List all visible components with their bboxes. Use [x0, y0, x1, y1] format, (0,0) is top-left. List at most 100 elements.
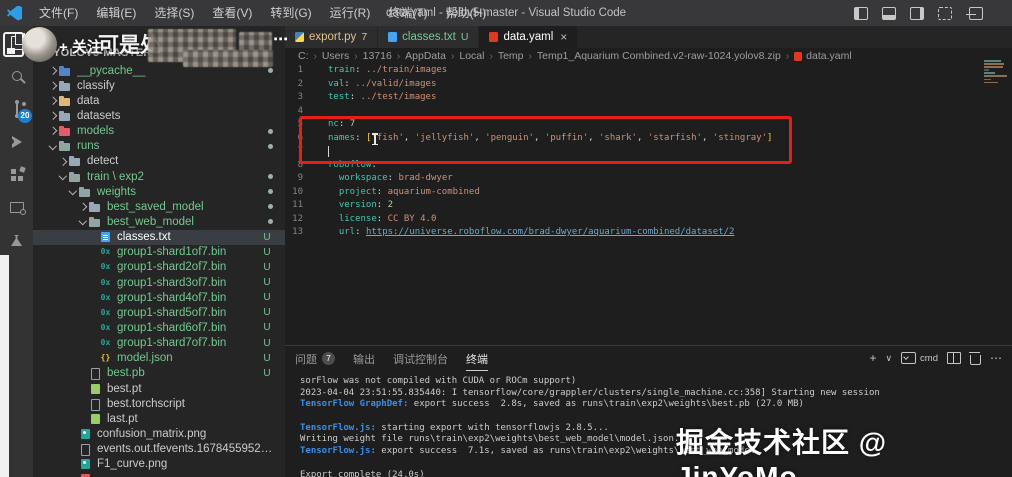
breadcrumb-item[interactable]: Temp: [498, 50, 524, 62]
breadcrumb-item[interactable]: Users: [322, 50, 349, 62]
activity-search-icon[interactable]: [0, 59, 33, 92]
customize-layout-icon[interactable]: [938, 6, 952, 20]
file-pt-icon: [89, 413, 102, 425]
launch-profile-dropdown-icon[interactable]: ∨: [885, 353, 892, 364]
menu-g[interactable]: 转到(G): [261, 0, 320, 26]
tree-item-models[interactable]: models: [33, 124, 285, 139]
minimap[interactable]: [984, 60, 1008, 85]
follow-button[interactable]: + 关注: [59, 36, 102, 57]
code-line-11: 11 version: 2: [292, 200, 394, 210]
menu-t[interactable]: 终端(T): [379, 0, 436, 26]
menu-h[interactable]: 帮助(H): [437, 0, 496, 26]
tree-item-label: confusion_matrix.png: [97, 427, 207, 440]
file-img-icon: [79, 458, 92, 470]
tree-item-confusion-matrix-png[interactable]: confusion_matrix.png: [33, 426, 285, 441]
panel-tab-[interactable]: 输出: [353, 346, 375, 371]
new-terminal-icon[interactable]: +: [869, 351, 876, 365]
terminal-line: 2023-04-04 23:51:55.835440: I tensorflow…: [300, 387, 880, 398]
toggle-secondary-sidebar-icon[interactable]: [910, 6, 924, 20]
folder-open-icon: [89, 216, 102, 228]
breadcrumb-separator: ›: [451, 50, 455, 62]
tree-item-f1-curve-png[interactable]: F1_curve.png: [33, 457, 285, 472]
tab-classes-txt[interactable]: classes.txt U: [378, 26, 480, 48]
tree-item-group1-shard7of7-bin[interactable]: 0x group1-shard7of7.bin U: [33, 336, 285, 351]
panel-tab-[interactable]: 终端: [466, 346, 488, 371]
activity-explorer-icon[interactable]: [0, 26, 33, 59]
panel-tab-[interactable]: 调试控制台: [393, 346, 448, 371]
tree-item-label: models: [77, 125, 115, 138]
menu-e[interactable]: 编辑(E): [87, 0, 145, 26]
folder-python-icon: [59, 65, 72, 77]
terminal-line: sorFlow was not compiled with CUDA or RO…: [300, 376, 577, 386]
tree-item-best-web-model[interactable]: best_web_model: [33, 214, 285, 229]
tree-item-best-saved-model[interactable]: best_saved_model: [33, 199, 285, 214]
panel-tab-[interactable]: 问题 7: [295, 346, 335, 371]
tree-item-best-torchscript[interactable]: best.torchscript: [33, 396, 285, 411]
tree-item-best-pb[interactable]: best.pb U: [33, 366, 285, 381]
chevron-right-icon: [47, 112, 59, 120]
breadcrumb-separator: ›: [354, 50, 358, 62]
folder-icon: [69, 155, 82, 167]
menu-r[interactable]: 运行(R): [321, 0, 380, 26]
toggle-panel-icon[interactable]: [882, 6, 896, 20]
tree-item-label: weights: [97, 185, 136, 198]
tree-item-classify[interactable]: classify: [33, 78, 285, 93]
tree-item-label: classes.txt: [117, 231, 171, 244]
tree-item-pycache[interactable]: __pycache__: [33, 63, 285, 78]
breadcrumb-item[interactable]: 13716: [363, 50, 392, 62]
tree-item-datasets[interactable]: datasets: [33, 108, 285, 123]
activity-remote-explorer-icon[interactable]: [0, 191, 33, 224]
tree-item-events-out-tfevents-1678455952-desktop-me6[interactable]: events.out.tfevents.1678455952.DESKTOP-M…: [33, 442, 285, 457]
tree-item-item[interactable]: [33, 472, 285, 477]
tab-export-py[interactable]: export.py 7: [285, 26, 379, 48]
tab-git-badge: U: [460, 31, 469, 43]
split-terminal-icon[interactable]: [947, 352, 961, 364]
editor-tab-bar: export.py 7 classes.txt Udata.yaml ×: [285, 26, 1012, 48]
code-area[interactable]: 1 train: ../train/images 2 val: ../valid/im…: [285, 64, 982, 240]
terminal-shell-icon[interactable]: [901, 352, 917, 364]
tree-item-group1-shard4of7-bin[interactable]: 0x group1-shard4of7.bin U: [33, 290, 285, 305]
tree-item-detect[interactable]: detect: [33, 154, 285, 169]
menu-s[interactable]: 选择(S): [145, 0, 203, 26]
breadcrumb-item[interactable]: Temp1_Aquarium Combined.v2-raw-1024.yolo…: [537, 50, 781, 62]
menu-v[interactable]: 查看(V): [203, 0, 261, 26]
mouse-ibeam-cursor: [372, 133, 377, 145]
breadcrumb-item[interactable]: data.yaml: [806, 50, 852, 62]
tree-item-runs[interactable]: runs: [33, 139, 285, 154]
toggle-primary-sidebar-icon[interactable]: [854, 6, 868, 20]
tree-item-train-exp2[interactable]: train \ exp2: [33, 169, 285, 184]
activity-run-and-debug-icon[interactable]: [0, 125, 33, 158]
tree-item-group1-shard6of7-bin[interactable]: 0x group1-shard6of7.bin U: [33, 320, 285, 335]
close-icon[interactable]: ×: [560, 30, 567, 44]
editor-group[interactable]: export.py 7 classes.txt Udata.yaml × C: › User…: [285, 26, 1012, 345]
tree-item-group1-shard2of7-bin[interactable]: 0x group1-shard2of7.bin U: [33, 260, 285, 275]
activity-testing-icon[interactable]: [0, 224, 33, 257]
breadcrumb-separator: ›: [528, 50, 532, 62]
file-bin-icon: 0x: [100, 307, 111, 317]
tree-item-model-json[interactable]: {} model.json U: [33, 351, 285, 366]
breadcrumb-item[interactable]: C:: [298, 50, 309, 62]
explorer-sidebar: YOLOV5-MASTER __pycache__ classify data dat…: [33, 26, 285, 477]
breadcrumb-item[interactable]: Local: [459, 50, 484, 62]
tree-item-data[interactable]: data: [33, 93, 285, 108]
tab-data-yaml[interactable]: data.yaml ×: [479, 26, 579, 48]
chevron-right-icon: [57, 157, 69, 166]
code-line-4: 4: [297, 105, 303, 116]
activity-source-control-icon[interactable]: 20: [0, 92, 33, 125]
tree-item-group1-shard5of7-bin[interactable]: 0x group1-shard5of7.bin U: [33, 305, 285, 320]
breadcrumb-separator: ›: [489, 50, 493, 62]
maximize-icon[interactable]: [969, 7, 983, 20]
kill-terminal-icon[interactable]: [969, 351, 981, 365]
menu-f[interactable]: 文件(F): [30, 0, 87, 26]
tree-item-weights[interactable]: weights: [33, 184, 285, 199]
tree-item-label: group1-shard2of7.bin: [117, 261, 227, 274]
tree-item-group1-shard3of7-bin[interactable]: 0x group1-shard3of7.bin U: [33, 275, 285, 290]
community-watermark: 掘金技术社区 @ JinYoMo: [676, 427, 888, 477]
tree-item-classes-txt[interactable]: classes.txt U: [33, 229, 285, 245]
more-actions-icon[interactable]: ⋯: [990, 351, 1002, 365]
tree-item-group1-shard1of7-bin[interactable]: 0x group1-shard1of7.bin U: [33, 245, 285, 260]
tree-item-best-pt[interactable]: best.pt: [33, 381, 285, 396]
activity-extensions-icon[interactable]: [0, 158, 33, 191]
tree-item-last-pt[interactable]: last.pt: [33, 411, 285, 426]
breadcrumb-item[interactable]: AppData: [405, 50, 446, 62]
